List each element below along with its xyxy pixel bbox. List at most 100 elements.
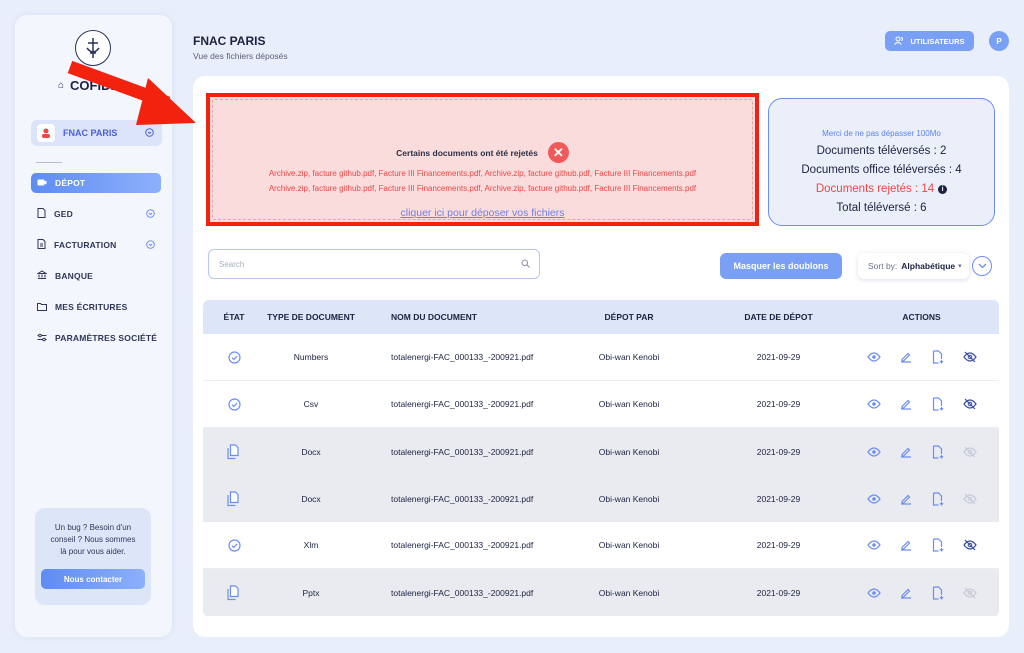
table-row: Numbers totalenergi-FAC_000133_-200921.pd… bbox=[203, 334, 999, 381]
chevron-down-icon[interactable] bbox=[972, 256, 992, 276]
view-eye-icon[interactable] bbox=[865, 490, 882, 507]
column-header[interactable]: NOM DU DOCUMENT bbox=[357, 312, 545, 322]
sidebar-item-depot[interactable]: DÉPOT bbox=[31, 173, 161, 193]
document-name: totalenergi-FAC_000133_-200921.pdf bbox=[391, 446, 534, 457]
row-actions bbox=[844, 584, 999, 601]
sidebar-item-facturation[interactable]: FACTURATION bbox=[31, 235, 161, 255]
edit-pencil-icon[interactable] bbox=[897, 537, 914, 554]
size-warning: Merci de ne pas dépasser 100Mo bbox=[822, 129, 941, 138]
sidebar-item-parametres[interactable]: PARAMÈTRES SOCIÉTÉ bbox=[31, 328, 161, 348]
check-circle-icon bbox=[226, 349, 243, 366]
check-circle-icon bbox=[226, 396, 243, 413]
hide-eye-slash-icon bbox=[961, 490, 978, 507]
stat-total: Total téléversé : 6 bbox=[836, 202, 927, 214]
caret-down-icon: ▾ bbox=[958, 263, 962, 270]
sidebar-item-label: MES ÉCRITURES bbox=[55, 302, 128, 312]
upload-date: 2021-09-29 bbox=[756, 446, 801, 457]
search-input[interactable]: Search bbox=[208, 249, 540, 279]
sidebar-item-banque[interactable]: BANQUE bbox=[31, 266, 161, 286]
chevron-down-icon[interactable] bbox=[146, 208, 155, 220]
table-row: Pptx totalenergi-FAC_000133_-200921.pdf Ob… bbox=[203, 569, 999, 616]
upload-date: 2021-09-29 bbox=[756, 493, 801, 504]
sidebar-nav: DÉPOT GED FACTURATION BANQUE MES ÉCRITUR… bbox=[31, 173, 161, 359]
view-eye-icon[interactable] bbox=[865, 349, 882, 366]
edit-pencil-icon[interactable] bbox=[897, 490, 914, 507]
sidebar-item-ecritures[interactable]: MES ÉCRITURES bbox=[31, 297, 161, 317]
uploaded-by: Obi-wan Kenobi bbox=[598, 587, 660, 598]
document-type: Pptx bbox=[302, 587, 320, 598]
edit-pencil-icon[interactable] bbox=[897, 396, 914, 413]
sidebar-item-label: GED bbox=[54, 209, 74, 219]
upload-date: 2021-09-29 bbox=[756, 540, 801, 550]
users-button[interactable]: UTILISATEURS bbox=[885, 31, 974, 51]
close-icon[interactable]: ✕ bbox=[547, 142, 569, 163]
users-button-label: UTILISATEURS bbox=[910, 36, 965, 46]
sidebar-item-ged[interactable]: GED bbox=[31, 204, 161, 224]
view-eye-icon[interactable] bbox=[865, 443, 882, 460]
column-header[interactable]: DATE DE DÉPOT bbox=[713, 312, 844, 322]
upload-date: 2021-09-29 bbox=[756, 352, 801, 362]
document-name: totalenergi-FAC_000133_-200921.pdf bbox=[391, 587, 534, 598]
duplicate-file-icon bbox=[226, 490, 243, 507]
edit-pencil-icon[interactable] bbox=[897, 443, 914, 460]
document-type: Docx bbox=[301, 446, 321, 457]
users-icon bbox=[894, 36, 904, 47]
folder-icon bbox=[37, 302, 47, 313]
uploaded-by: Obi-wan Kenobi bbox=[598, 399, 660, 409]
upload-files-link[interactable]: cliquer ici pour déposer vos fichiers bbox=[213, 207, 752, 219]
stat-rejected: Documents rejetés : 14 i bbox=[769, 183, 994, 195]
edit-pencil-icon[interactable] bbox=[897, 349, 914, 366]
info-icon[interactable]: i bbox=[938, 185, 948, 194]
stats-panel: Merci de ne pas dépasser 100Mo Documents… bbox=[768, 98, 995, 226]
upload-dropzone[interactable]: Certains documents ont été rejetés ✕ Arc… bbox=[206, 93, 759, 226]
table-row: Csv totalenergi-FAC_000133_-200921.pdf Obi… bbox=[203, 381, 999, 428]
page-title: FNAC PARIS bbox=[193, 34, 266, 48]
column-header[interactable]: DÉPOT PAR bbox=[545, 312, 713, 322]
hide-eye-slash-icon[interactable] bbox=[961, 396, 978, 413]
uploaded-by: Obi-wan Kenobi bbox=[598, 540, 660, 550]
hide-duplicates-button[interactable]: Masquer les doublons bbox=[720, 253, 842, 279]
file-add-icon[interactable] bbox=[929, 443, 946, 460]
view-eye-icon[interactable] bbox=[865, 584, 882, 601]
duplicate-file-icon bbox=[226, 443, 243, 460]
hide-eye-slash-icon[interactable] bbox=[961, 349, 978, 366]
help-text: Un bug ? Besoin d'un conseil ? Nous somm… bbox=[50, 523, 136, 556]
column-header[interactable]: ÉTAT bbox=[203, 312, 265, 322]
document-type: Numbers bbox=[293, 352, 329, 362]
upload-date: 2021-09-29 bbox=[756, 587, 801, 598]
document-name: totalenergi-FAC_000133_-200921.pdf bbox=[391, 540, 534, 550]
uploaded-by: Obi-wan Kenobi bbox=[598, 446, 660, 457]
document-name: totalenergi-FAC_000133_-200921.pdf bbox=[391, 493, 534, 504]
uploaded-by: Obi-wan Kenobi bbox=[598, 352, 660, 362]
contact-button[interactable]: Nous contacter bbox=[41, 569, 145, 589]
view-eye-icon[interactable] bbox=[865, 537, 882, 554]
document-type: Xlm bbox=[303, 540, 319, 550]
sort-select[interactable]: Sort by: Alphabétique ▾ bbox=[858, 253, 969, 279]
duplicate-file-icon bbox=[226, 584, 243, 601]
search-icon[interactable] bbox=[521, 259, 530, 270]
file-add-icon[interactable] bbox=[929, 490, 946, 507]
row-actions bbox=[844, 349, 999, 366]
file-add-icon[interactable] bbox=[929, 537, 946, 554]
view-eye-icon[interactable] bbox=[865, 396, 882, 413]
upload-date: 2021-09-29 bbox=[756, 399, 801, 409]
invoice-icon bbox=[37, 239, 46, 251]
chevron-down-icon[interactable] bbox=[146, 239, 155, 251]
file-add-icon[interactable] bbox=[929, 584, 946, 601]
sidebar-item-label: FACTURATION bbox=[54, 240, 117, 250]
row-actions bbox=[844, 537, 999, 554]
file-add-icon[interactable] bbox=[929, 349, 946, 366]
edit-pencil-icon[interactable] bbox=[897, 584, 914, 601]
annotation-arrow-icon bbox=[67, 60, 196, 125]
profile-avatar[interactable]: P bbox=[989, 31, 1009, 51]
documents-table: ÉTAT TYPE DE DOCUMENT NOM DU DOCUMENT DÉ… bbox=[203, 300, 999, 617]
column-header[interactable]: TYPE DE DOCUMENT bbox=[265, 312, 357, 322]
rejected-notice: Certains documents ont été rejetés ✕ bbox=[213, 142, 752, 163]
hide-eye-slash-icon[interactable] bbox=[961, 537, 978, 554]
document-type: Csv bbox=[303, 399, 319, 409]
sort-value: Alphabétique bbox=[901, 261, 956, 271]
sidebar-item-label: PARAMÈTRES SOCIÉTÉ bbox=[55, 333, 158, 343]
file-add-icon[interactable] bbox=[929, 396, 946, 413]
stat-office: Documents office téléversés : 4 bbox=[801, 164, 962, 176]
table-row: Docx totalenergi-FAC_000133_-200921.pdf Ob… bbox=[203, 428, 999, 475]
